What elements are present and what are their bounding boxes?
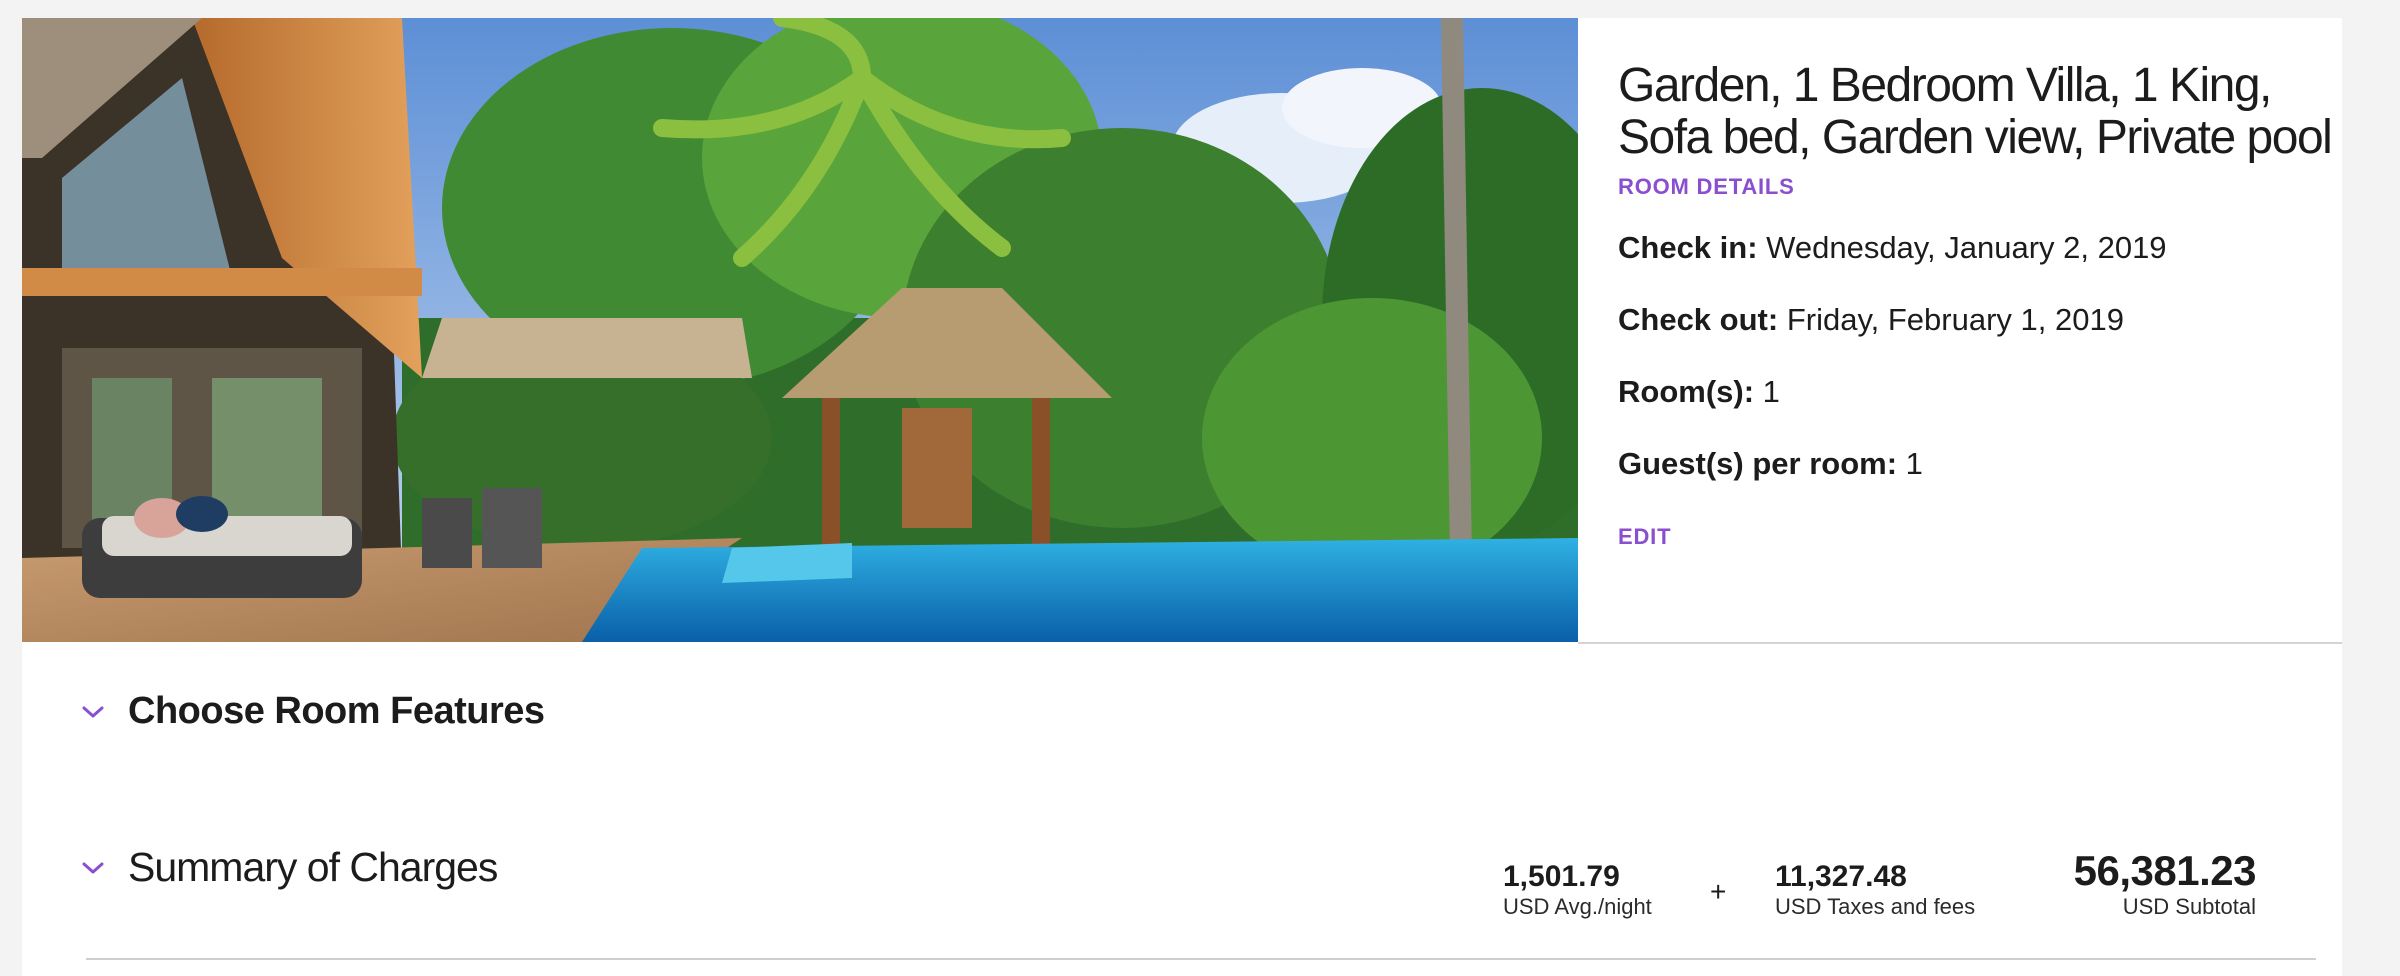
choose-room-features-title: Choose Room Features bbox=[128, 690, 545, 732]
guests-value: 1 bbox=[1905, 446, 1923, 481]
check-out-label: Check out: bbox=[1618, 302, 1779, 337]
plus-sign: + bbox=[1710, 876, 1727, 907]
reservation-card: Garden, 1 Bedroom Villa, 1 King, Sofa be… bbox=[22, 18, 2342, 976]
guests-label: Guest(s) per room: bbox=[1618, 446, 1898, 481]
subtotal-label: USD Subtotal bbox=[2122, 894, 2256, 919]
rooms-value: 1 bbox=[1762, 374, 1780, 409]
taxes-label: USD Taxes and fees bbox=[1775, 894, 1976, 919]
chevron-down-icon bbox=[80, 855, 106, 881]
guests-row: Guest(s) per room: 1 bbox=[1618, 446, 2338, 482]
choose-room-features-toggle[interactable]: Choose Room Features bbox=[80, 690, 545, 733]
avg-night-label: USD Avg./night bbox=[1503, 894, 1652, 919]
summary-of-charges-toggle[interactable]: Summary of Charges bbox=[80, 844, 498, 891]
chevron-down-icon bbox=[80, 699, 106, 725]
summary-of-charges-title: Summary of Charges bbox=[128, 844, 498, 890]
taxes-amount: 11,327.48 bbox=[1775, 860, 1907, 893]
check-in-value: Wednesday, January 2, 2019 bbox=[1766, 230, 2167, 265]
avg-night-amount: 1,501.79 bbox=[1503, 860, 1620, 893]
subtotal-amount: 56,381.23 bbox=[2073, 847, 2257, 894]
check-out-value: Friday, February 1, 2019 bbox=[1786, 302, 2124, 337]
check-in-label: Check in: bbox=[1618, 230, 1758, 265]
check-out-row: Check out: Friday, February 1, 2019 bbox=[1618, 302, 2338, 338]
room-title: Garden, 1 Bedroom Villa, 1 King, Sofa be… bbox=[1618, 59, 2333, 164]
taxes-charge: 11,327.48 USD Taxes and fees bbox=[1775, 860, 1975, 920]
avg-night-charge: 1,501.79 USD Avg./night bbox=[1503, 860, 1652, 920]
check-in-row: Check in: Wednesday, January 2, 2019 bbox=[1618, 230, 2338, 266]
rooms-row: Room(s): 1 bbox=[1618, 374, 2338, 410]
room-photo bbox=[22, 18, 1578, 642]
room-details-link[interactable]: ROOM DETAILS bbox=[1618, 174, 1795, 200]
details-divider bbox=[1578, 642, 2342, 644]
rooms-label: Room(s): bbox=[1618, 374, 1755, 409]
edit-link[interactable]: EDIT bbox=[1618, 524, 1671, 550]
summary-divider bbox=[86, 958, 2316, 960]
room-details-panel: Garden, 1 Bedroom Villa, 1 King, Sofa be… bbox=[1618, 60, 2338, 550]
subtotal-charge: 56,381.23 USD Subtotal bbox=[2073, 847, 2257, 920]
